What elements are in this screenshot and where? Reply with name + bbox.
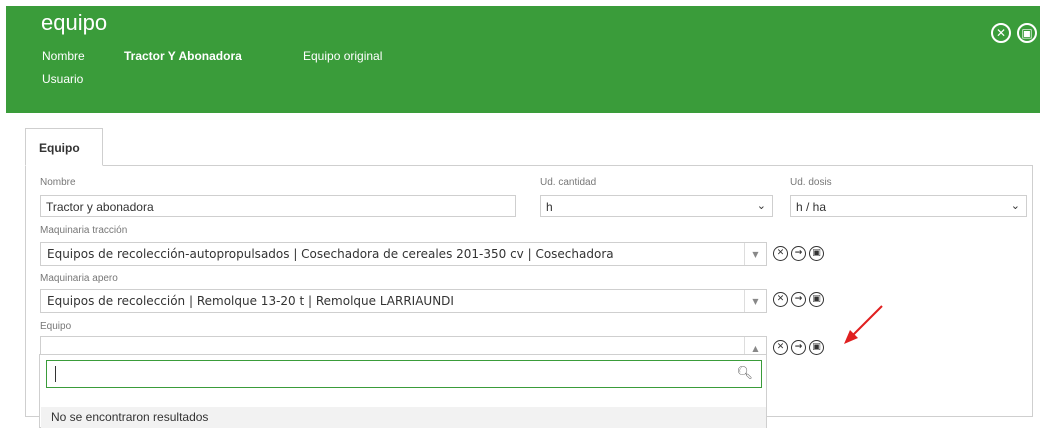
ud-dosis-value: h / ha [796, 200, 827, 214]
save-circle-icon[interactable]: ▣ [1017, 23, 1037, 43]
maquinaria-apero-label: Maquinaria apero [40, 273, 118, 284]
maquinaria-apero-combo[interactable]: Equipos de recolección | Remolque 13-20 … [40, 289, 767, 313]
tab-equipo[interactable]: Equipo [25, 128, 103, 166]
clear-icon[interactable]: ✕ [773, 292, 788, 307]
maquinaria-apero-value: Equipos de recolección | Remolque 13-20 … [47, 294, 454, 308]
page-title: equipo [41, 10, 108, 35]
dropdown-arrow-icon[interactable]: ▼ [744, 290, 766, 312]
apero-actions: ✕ → ▣ [773, 292, 824, 307]
maquinaria-traccion-label: Maquinaria tracción [40, 225, 128, 236]
clear-icon[interactable]: ✕ [773, 340, 788, 355]
maquinaria-traccion-value: Equipos de recolección-autopropulsados |… [47, 247, 614, 261]
equipo-field-label: Equipo [40, 321, 72, 332]
clear-icon[interactable]: ✕ [773, 246, 788, 261]
go-arrow-icon[interactable]: → [791, 246, 806, 261]
chevron-down-icon: ⌄ [1010, 200, 1020, 212]
go-arrow-icon[interactable]: → [791, 292, 806, 307]
nombre-field-label: Nombre [40, 177, 76, 188]
ud-cantidad-value: h [546, 200, 553, 214]
nombre-label: Nombre [42, 49, 85, 63]
ud-dosis-select[interactable]: h / ha ⌄ [790, 195, 1027, 217]
new-record-icon[interactable]: ▣ [809, 246, 824, 261]
usuario-label: Usuario [42, 72, 84, 86]
traccion-actions: ✕ → ▣ [773, 246, 824, 261]
new-record-icon[interactable]: ▣ [809, 340, 824, 355]
nombre-field[interactable]: Tractor y abonadora [40, 195, 516, 217]
chevron-down-icon: ⌄ [756, 200, 766, 212]
text-caret [55, 366, 56, 382]
maquinaria-traccion-combo[interactable]: Equipos de recolección-autopropulsados |… [40, 242, 767, 266]
ud-dosis-label: Ud. dosis [790, 177, 832, 188]
equipo-dropdown: 🔍︎ No se encontraron resultados [39, 354, 767, 428]
red-annotation-arrow-icon [844, 305, 883, 344]
header-bar: equipo Nombre Tractor Y Abonadora Equipo… [6, 6, 1040, 113]
ud-cantidad-label: Ud. cantidad [540, 177, 597, 188]
close-circle-icon[interactable]: ✕ [991, 23, 1011, 43]
ud-cantidad-select[interactable]: h ⌄ [540, 195, 773, 217]
dropdown-arrow-icon[interactable]: ▼ [744, 243, 766, 265]
search-icon: 🔍︎ [736, 366, 753, 381]
new-record-icon[interactable]: ▣ [809, 292, 824, 307]
dropdown-search-input[interactable]: 🔍︎ [46, 360, 762, 388]
go-arrow-icon[interactable]: → [791, 340, 806, 355]
nombre-value: Tractor Y Abonadora [124, 49, 242, 63]
equipo-original-link[interactable]: Equipo original [303, 49, 382, 63]
equipo-actions: ✕ → ▣ [773, 340, 824, 355]
no-results-message: No se encontraron resultados [41, 407, 766, 428]
